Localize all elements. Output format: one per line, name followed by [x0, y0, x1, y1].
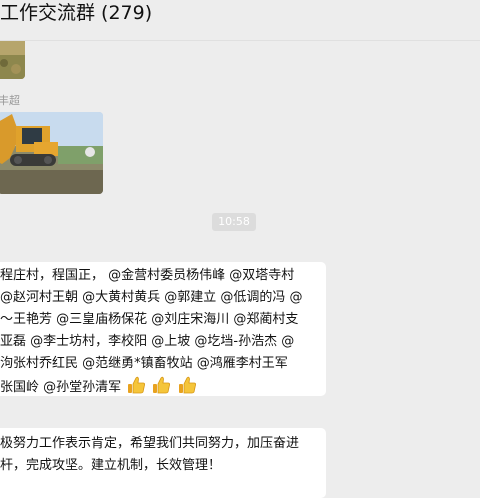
chat-title[interactable]: 工作交流群 (279)	[0, 1, 152, 25]
excavator-photo-icon	[0, 112, 103, 194]
text-message[interactable]: 程庄村，程国正， @金营村委员杨伟峰 @双塔寺村 @赵河村王朝 @大黄村黄兵 @…	[0, 262, 326, 396]
chat-header: 工作交流群 (279)	[0, 0, 480, 41]
message-line: ～王艳芳 @三皇庙杨保花 @刘庄宋海川 @郑蔺村支	[0, 312, 299, 327]
message-line-with-emoji: 张国岭 @孙堂孙清军	[0, 375, 197, 399]
message-timestamp: 10:58	[212, 213, 256, 231]
message-line: 泃张村乔红民 @范继勇*镇畜牧站 @鸿雁李村王军	[0, 356, 288, 371]
message-line: @赵河村王朝 @大黄村黄兵 @郭建立 @低调的冯 @	[0, 290, 303, 305]
text-message[interactable]: 极努力工作表示肯定，希望我们共同努力，加压奋进 杆，完成攻坚。建立机制，长效管理…	[0, 428, 326, 498]
image-message[interactable]	[0, 41, 25, 79]
thumbs-up-icon	[128, 376, 146, 394]
message-line: 程庄村，程国正， @金营村委员杨伟峰 @双塔寺村	[0, 268, 295, 283]
sender-name: 丰超	[0, 94, 20, 107]
message-line: 杆，完成攻坚。建立机制，长效管理！	[0, 458, 222, 473]
message-line: 极努力工作表示肯定，希望我们共同努力，加压奋进	[0, 436, 300, 451]
message-line: 亚磊 @李士坊村，李校阳 @上坡 @圪垱-孙浩杰 @	[0, 334, 295, 349]
image-thumbnail-icon	[0, 41, 25, 79]
thumbs-up-icon	[153, 376, 171, 394]
photo-message[interactable]	[0, 112, 103, 194]
thumbs-up-icon	[178, 376, 196, 394]
message-line-text: 张国岭 @孙堂孙清军	[0, 380, 122, 395]
